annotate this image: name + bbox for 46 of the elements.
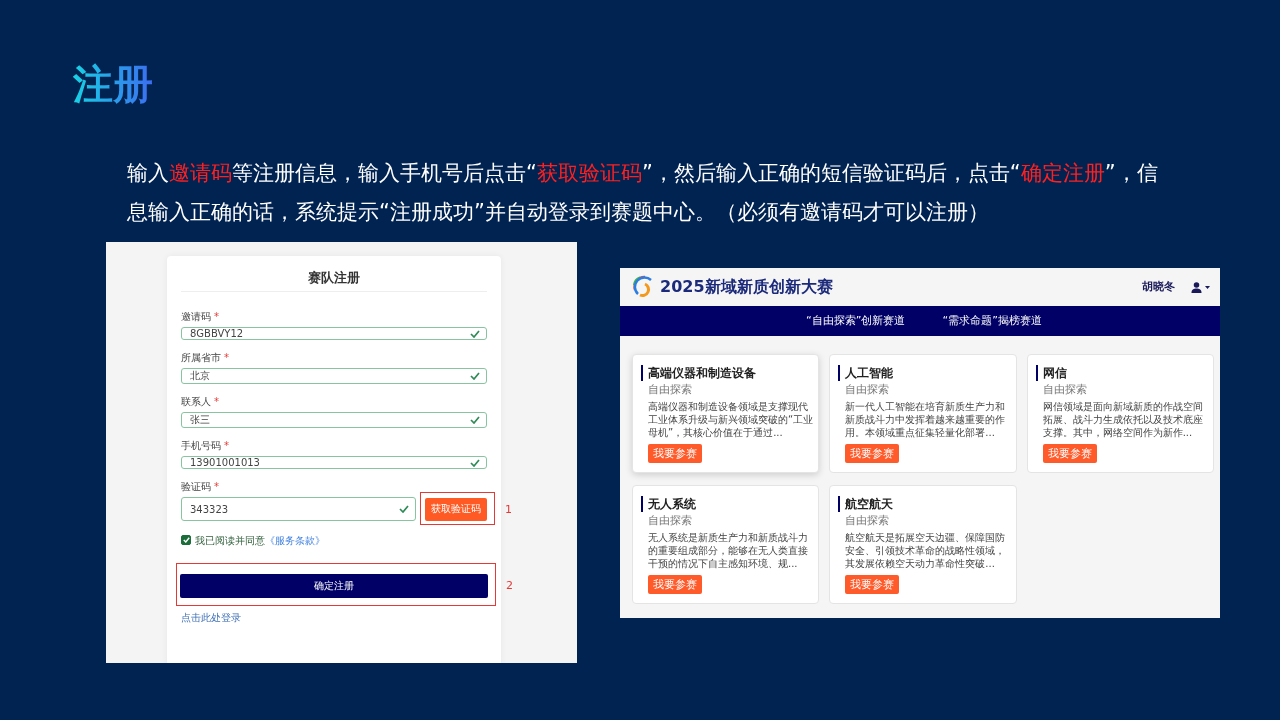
card-description: 航空航天是拓展空天边疆、保障国防安全、引领技术革命的战略性领域，其发展依赖空天动力革命性突破... xyxy=(845,531,1007,570)
card-title: 高端仪器和制造设备 xyxy=(641,365,756,381)
card-subtitle: 自由探索 xyxy=(648,513,692,529)
card-title: 人工智能 xyxy=(838,365,894,381)
field-label: 邀请码 * xyxy=(181,311,219,323)
card-description: 高端仪器和制造设备领域是支撑现代工业体系升级与新兴领域突破的“工业母机”，其核心价值在于通过... xyxy=(648,400,815,439)
instruction-text: 输入邀请码等注册信息，输入手机号后点击“获取验证码”，然后输入正确的短信验证码后，点击“确定注册”，信息输入正确的话，系统提示“注册成功”并自动登录到赛题中心。（必须有邀请码才可以注册） xyxy=(127,160,1159,226)
input-field[interactable]: 8GBBVY12 xyxy=(181,327,487,340)
checkbox[interactable] xyxy=(181,534,191,545)
card-subtitle: 自由探索 xyxy=(648,382,692,398)
login-link[interactable]: 点击此处登录 xyxy=(181,612,241,624)
user-icon xyxy=(1191,281,1202,293)
input-field[interactable]: 343323 xyxy=(181,497,416,521)
card-title: 无人系统 xyxy=(641,496,696,512)
check-icon xyxy=(470,458,480,467)
user-menu-button[interactable] xyxy=(1191,281,1210,293)
card-description: 新一代人工智能在培育新质生产力和新质战斗力中发挥着越来越重要的作用。本领域重点征集轻量化部署... xyxy=(845,400,1007,439)
annotation-number: 1 xyxy=(505,502,512,515)
field-label: 联系人 * xyxy=(181,396,219,408)
card-description: 无人系统是新质生产力和新质战斗力的重要组成部分，能够在无人类直接干预的情况下自主感知环境、规... xyxy=(648,531,809,570)
field-label: 验证码 * xyxy=(181,481,219,493)
nav-link[interactable]: “需求命题”揭榜赛道 xyxy=(942,314,1042,328)
agreement-text: 我已阅读并同意《服务条款》 xyxy=(195,535,325,547)
input-field[interactable]: 张三 xyxy=(181,412,487,428)
check-icon xyxy=(470,329,480,338)
form-title: 赛队注册 xyxy=(307,269,361,287)
logo-text: 2025新域新质创新大赛 xyxy=(660,277,833,297)
terms-link[interactable]: 《服务条款》 xyxy=(265,535,325,546)
input-field[interactable]: 北京 xyxy=(181,368,487,384)
submit-button[interactable]: 确定注册 xyxy=(180,574,488,598)
input-field[interactable]: 13901001013 xyxy=(181,456,487,469)
card-subtitle: 自由探索 xyxy=(1042,382,1087,398)
check-icon xyxy=(470,416,480,424)
card-title: 航空航天 xyxy=(838,496,894,512)
user-name: 胡晓冬 xyxy=(1142,280,1175,294)
annotation-number: 2 xyxy=(506,578,513,591)
caret-icon xyxy=(1205,285,1210,289)
card-description: 网信领域是面向新域新质的作战空间拓展、战斗力生成依托以及技术底座支撑。其中，网络空间作为新作... xyxy=(1042,400,1204,439)
check-icon xyxy=(399,505,409,513)
card-title: 网信 xyxy=(1035,365,1067,381)
field-label: 所属省市 * xyxy=(181,352,229,364)
nav-link[interactable]: “自由探索”创新赛道 xyxy=(806,314,906,328)
field-label: 手机号码 * xyxy=(181,440,229,452)
card-subtitle: 自由探索 xyxy=(845,382,890,398)
card-subtitle: 自由探索 xyxy=(845,513,890,529)
check-icon xyxy=(470,372,480,380)
